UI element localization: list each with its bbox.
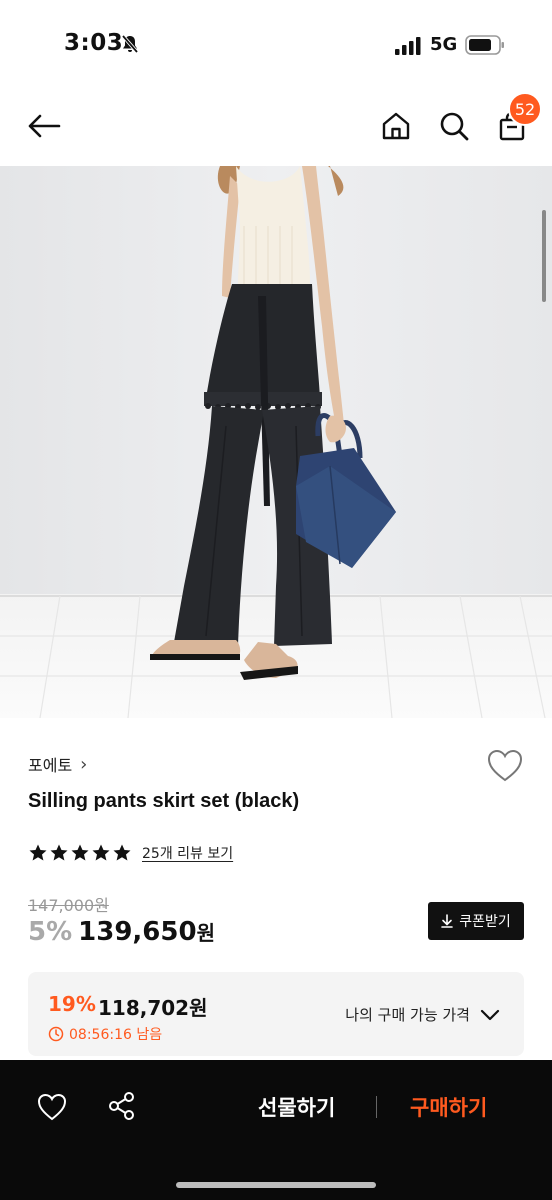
arrow-left-icon xyxy=(28,114,61,138)
currency-unit: 원 xyxy=(196,921,215,945)
review-link[interactable]: 25개 리뷰 보기 xyxy=(142,843,233,863)
star-icon xyxy=(71,844,89,861)
rating-stars xyxy=(28,843,132,863)
discount-rate: 5% xyxy=(28,917,73,947)
cart-count-badge: 52 xyxy=(508,92,542,126)
brand-link[interactable]: 포에토 › xyxy=(28,752,87,776)
image-scroll-indicator xyxy=(542,210,546,302)
rating-row: 25개 리뷰 보기 xyxy=(28,843,233,863)
status-time: 3:03 xyxy=(64,30,124,56)
heart-icon xyxy=(37,1093,67,1121)
product-photo xyxy=(0,166,552,718)
coupon-button-label: 쿠폰받기 xyxy=(459,914,511,930)
share-button[interactable] xyxy=(106,1090,138,1122)
nav-bar: 52 xyxy=(0,88,552,166)
brand-name: 포에토 xyxy=(28,756,73,775)
bottom-action-bar: 선물하기 구매하기 xyxy=(0,1060,552,1200)
like-button[interactable] xyxy=(36,1092,68,1122)
member-price-box: 19% 118,702원 08:56:16 남음 나의 구매 가능 가격 xyxy=(28,972,524,1056)
heart-icon xyxy=(487,749,523,782)
bell-slash-icon xyxy=(121,34,139,54)
home-indicator xyxy=(176,1182,376,1188)
download-icon xyxy=(441,914,454,928)
member-discount-rate: 19% xyxy=(48,992,96,1016)
chevron-down-icon xyxy=(480,1009,500,1020)
search-icon xyxy=(440,112,469,141)
my-price-label: 나의 구매 가능 가격 xyxy=(345,1006,470,1024)
original-price: 147,000원 xyxy=(28,896,109,915)
clock-icon xyxy=(48,1026,64,1042)
back-button[interactable] xyxy=(24,108,64,144)
gift-button[interactable]: 선물하기 xyxy=(258,1092,335,1122)
timer-text: 08:56:16 남음 xyxy=(69,1027,163,1043)
status-bar: 3:03 5G xyxy=(0,0,552,88)
search-button[interactable] xyxy=(436,108,472,144)
my-price-toggle[interactable]: 나의 구매 가능 가격 xyxy=(345,1004,500,1025)
share-icon xyxy=(109,1092,134,1120)
star-icon xyxy=(29,844,47,861)
star-icon xyxy=(50,844,68,861)
star-icon xyxy=(92,844,110,861)
signal-icon xyxy=(395,37,421,55)
wishlist-button[interactable] xyxy=(486,748,524,784)
product-image[interactable] xyxy=(0,166,552,718)
sale-price: 139,650 xyxy=(78,917,197,947)
chevron-right-icon: › xyxy=(80,753,88,775)
member-price: 118,702원 xyxy=(98,996,208,1020)
timer-row: 08:56:16 남음 xyxy=(48,1024,162,1044)
battery-icon xyxy=(465,35,504,55)
product-title: Silling pants skirt set (black) xyxy=(28,790,300,812)
star-icon xyxy=(113,844,131,861)
buy-button[interactable]: 구매하기 xyxy=(410,1092,487,1122)
home-button[interactable] xyxy=(378,108,414,144)
home-icon xyxy=(382,112,410,140)
price-row: 5% 139,650 원 xyxy=(28,917,215,947)
coupon-button[interactable]: 쿠폰받기 xyxy=(428,902,524,940)
network-label: 5G xyxy=(430,34,458,55)
divider xyxy=(376,1096,377,1118)
